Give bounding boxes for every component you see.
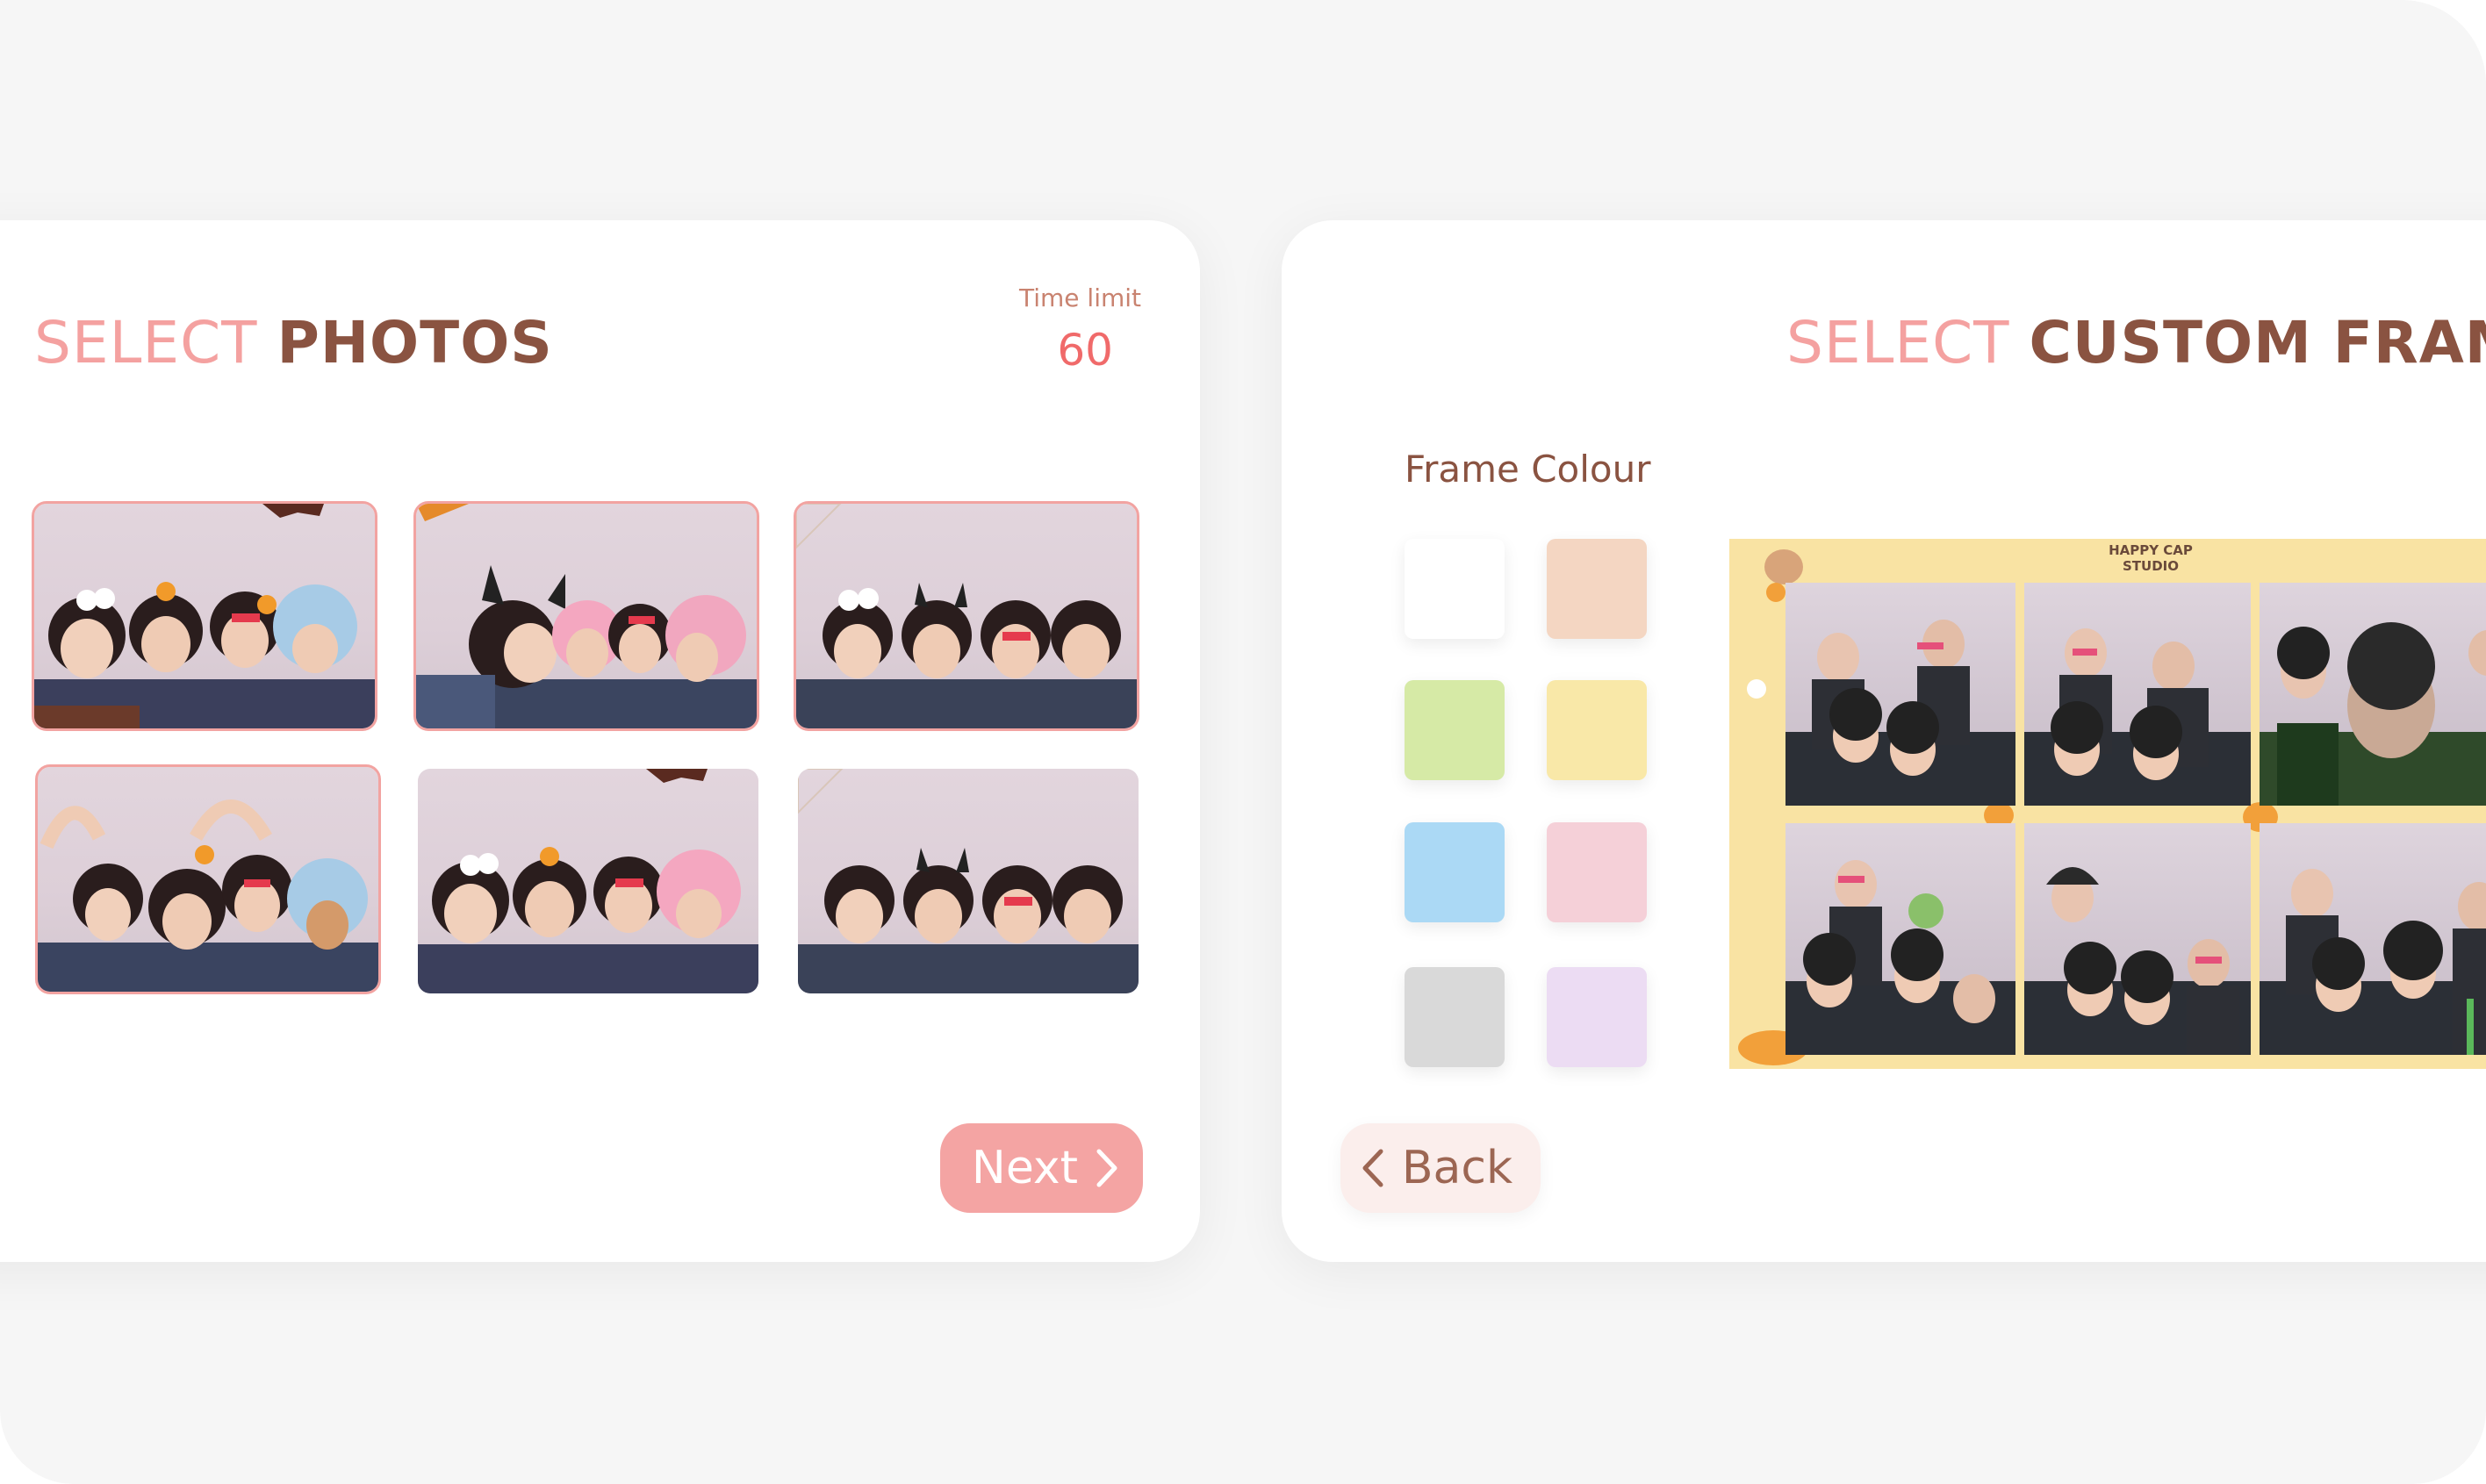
photo-thumbnail-3[interactable]	[794, 501, 1139, 731]
swatch-grey[interactable]	[1405, 967, 1505, 1067]
frame-colour-label: Frame Colour	[1405, 448, 1651, 491]
title-bold: PHOTOS	[277, 309, 553, 376]
swatch-yellow[interactable]	[1547, 680, 1647, 780]
frame-slot-2	[2024, 583, 2251, 806]
select-photos-panel	[0, 220, 1200, 1262]
frame-slot-5	[2024, 823, 2251, 1055]
photo-thumbnail-6[interactable]	[798, 769, 1139, 993]
frame-slot-4	[1785, 823, 2015, 1055]
photo-thumbnail-1[interactable]	[32, 501, 377, 731]
orange-sticker	[1766, 583, 1785, 602]
title-bold: CUSTOM FRAME	[2029, 309, 2486, 376]
swatch-peach[interactable]	[1547, 539, 1647, 639]
swatch-blue[interactable]	[1405, 822, 1505, 922]
frame-slot-1	[1785, 583, 2015, 806]
frame-slot-6	[2260, 823, 2486, 1055]
photo-image	[38, 799, 378, 992]
swatch-green[interactable]	[1405, 680, 1505, 780]
flower-sticker	[1747, 679, 1766, 699]
frame-logo-line1: HAPPY CAP	[2109, 542, 2193, 558]
back-label: Back	[1401, 1142, 1513, 1194]
frame-photo-image	[2024, 867, 2251, 1055]
frame-photo-image	[1785, 620, 2015, 806]
time-limit-countdown: 60	[1057, 325, 1113, 376]
swatch-white[interactable]	[1405, 539, 1505, 639]
next-button[interactable]: Next	[940, 1123, 1143, 1213]
photo-image	[418, 769, 758, 993]
back-button[interactable]: Back	[1340, 1123, 1541, 1213]
frame-photo-image	[2024, 628, 2251, 806]
photo-thumbnail-2[interactable]	[413, 501, 759, 731]
swatch-pink[interactable]	[1547, 822, 1647, 922]
frame-photo-image	[1785, 860, 2015, 1055]
frame-slot-3	[2260, 583, 2486, 806]
page-title-select-frame: SELECT CUSTOM FRAME	[1786, 309, 2486, 376]
capybara-sticker	[1764, 549, 1803, 584]
frame-photo-image	[2260, 622, 2486, 806]
photo-thumbnail-4[interactable]	[35, 764, 381, 994]
page-title-select-photos: SELECT PHOTOS	[34, 309, 553, 376]
time-limit-label: Time limit	[1018, 283, 1141, 312]
next-label: Next	[971, 1142, 1079, 1194]
frame-photo-image	[2260, 869, 2486, 1055]
chevron-left-icon	[1362, 1149, 1383, 1187]
photo-image	[796, 504, 1137, 728]
title-light: SELECT	[34, 309, 258, 376]
chevron-right-icon	[1096, 1149, 1117, 1187]
title-light: SELECT	[1786, 309, 2010, 376]
frame-logo: HAPPY CAP STUDIO	[2080, 542, 2221, 581]
photo-image	[798, 769, 1139, 993]
frame-logo-line2: STUDIO	[2123, 558, 2179, 574]
photo-image	[34, 504, 375, 728]
photo-thumbnail-5[interactable]	[418, 769, 758, 993]
frame-preview: HAPPY CAP STUDIO	[1729, 539, 2486, 1069]
swatch-lavender[interactable]	[1547, 967, 1647, 1067]
photo-image	[416, 504, 757, 728]
